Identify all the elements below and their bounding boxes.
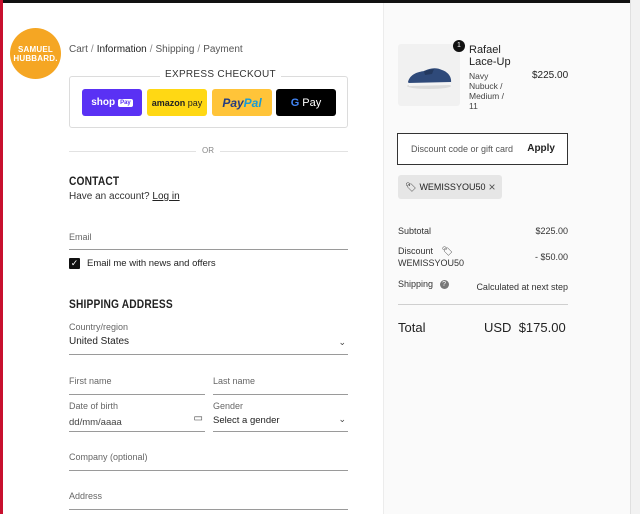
discount-form: Apply — [397, 133, 568, 165]
discount-code-input[interactable] — [398, 134, 518, 164]
shop-pay-label: shop — [91, 97, 116, 108]
amazon-pay-button[interactable]: amazon pay — [147, 89, 207, 116]
scrollbar[interactable] — [630, 0, 640, 514]
last-name-label: Last name — [213, 376, 256, 386]
product-price: $225.00 — [532, 70, 569, 81]
total-label: Total — [398, 320, 426, 335]
country-select[interactable]: Country/region United States ⌄ — [69, 321, 348, 355]
product-variant: Navy Nubuck / Medium / 11 — [469, 71, 504, 111]
breadcrumb-separator: / — [149, 44, 153, 55]
email-label: Email — [69, 232, 92, 242]
address-field[interactable]: Address — [69, 489, 348, 510]
first-name-label: First name — [69, 376, 112, 386]
logo-line-2: HUBBARD. — [13, 53, 58, 63]
company-field[interactable]: Company (optional) — [69, 450, 348, 471]
newsletter-checkbox[interactable]: ✓ — [69, 258, 80, 269]
total-value: $175.00 — [518, 320, 566, 335]
gender-label: Gender — [213, 401, 244, 411]
google-pay-label: Pay — [302, 96, 322, 109]
dob-placeholder: dd/mm/aaaa — [69, 417, 122, 428]
discount-label: Discount — [398, 246, 434, 256]
login-link[interactable]: Log in — [152, 191, 179, 202]
discount-row: Discount 🏷 WEMISSYOU50 - $50.00 — [398, 246, 568, 270]
subtotal-row: Subtotal $225.00 — [398, 226, 568, 236]
google-g-icon: G — [290, 96, 300, 109]
discount-value: - $50.00 — [534, 252, 568, 262]
address-label: Address — [69, 491, 103, 501]
amazon-pay-label: amazon — [151, 97, 186, 108]
express-checkout-title: EXPRESS CHECKOUT — [160, 69, 281, 80]
breadcrumb-shipping: Shipping — [155, 44, 195, 55]
dob-label: Date of birth — [69, 401, 119, 411]
calendar-icon[interactable]: ▭ — [194, 413, 203, 424]
logo-line-1: SAMUEL — [18, 44, 53, 54]
subtotal-label: Subtotal — [398, 226, 432, 236]
newsletter-row[interactable]: ✓ Email me with news and offers — [69, 258, 216, 269]
date-of-birth-field[interactable]: Date of birth dd/mm/aaaa ▭ — [69, 400, 205, 432]
account-prompt: Have an account? Log in — [69, 191, 180, 202]
email-field[interactable]: Email — [69, 229, 348, 250]
paypal-label-pal: Pal — [243, 95, 262, 110]
paypal-button[interactable]: Pay Pal — [212, 89, 272, 116]
first-name-field[interactable]: First name — [69, 374, 205, 395]
total-currency: USD — [484, 320, 512, 335]
tag-icon: 🏷 — [405, 181, 417, 192]
account-prompt-text: Have an account? — [69, 191, 150, 202]
google-pay-button[interactable]: G Pay — [276, 89, 336, 116]
chevron-down-icon: ⌄ — [338, 337, 346, 347]
breadcrumb: Cart / Information / Shipping / Payment — [69, 44, 243, 55]
shipping-address-heading: SHIPPING ADDRESS — [69, 297, 173, 311]
summary-divider — [398, 304, 568, 305]
breadcrumb-cart[interactable]: Cart — [69, 44, 88, 55]
shipping-row: Shipping ? Calculated at next step — [398, 279, 568, 292]
shop-pay-badge: Pay — [118, 98, 133, 107]
company-label: Company (optional) — [69, 452, 148, 462]
gender-select[interactable]: Gender Select a gender ⌄ — [213, 400, 348, 432]
breadcrumb-payment: Payment — [203, 44, 243, 55]
newsletter-label: Email me with news and offers — [87, 258, 216, 269]
express-checkout-box: EXPRESS CHECKOUT shop Pay amazon pay Pay… — [69, 69, 348, 128]
applied-code: WEMISSYOU50 — [419, 182, 486, 192]
total-amount: USD $175.00 — [484, 320, 566, 335]
breadcrumb-information: Information — [96, 44, 147, 55]
shop-pay-button[interactable]: shop Pay — [82, 89, 142, 116]
shipping-value: Calculated at next step — [476, 282, 568, 292]
subtotal-value: $225.00 — [535, 226, 568, 236]
chevron-down-icon: ⌄ — [338, 414, 346, 424]
brand-logo[interactable]: SAMUEL HUBBARD. — [10, 28, 61, 79]
contact-heading: CONTACT — [69, 174, 120, 188]
apply-button[interactable]: Apply — [527, 143, 555, 154]
breadcrumb-separator: / — [90, 44, 94, 55]
shipping-label: Shipping — [398, 279, 434, 289]
breadcrumb-separator: / — [197, 44, 201, 55]
help-icon[interactable]: ? — [439, 280, 449, 290]
last-name-field[interactable]: Last name — [213, 374, 348, 395]
gender-value: Select a gender — [213, 415, 280, 426]
amazon-pay-suffix: pay — [187, 97, 203, 108]
paypal-label-pay: Pay — [222, 95, 244, 110]
country-label: Country/region — [69, 322, 129, 332]
remove-discount-icon[interactable]: × — [488, 180, 495, 194]
product-name: Rafael Lace-Up — [469, 44, 511, 68]
shoe-image — [407, 68, 452, 89]
quantity-badge: 1 — [453, 40, 465, 52]
product-thumbnail — [398, 44, 460, 106]
country-value: United States — [69, 336, 130, 347]
applied-discount-tag: 🏷 WEMISSYOU50 × — [398, 175, 502, 199]
tag-icon: 🏷 — [441, 246, 453, 256]
window-left-border — [0, 0, 3, 514]
or-divider-text: OR — [196, 146, 220, 155]
